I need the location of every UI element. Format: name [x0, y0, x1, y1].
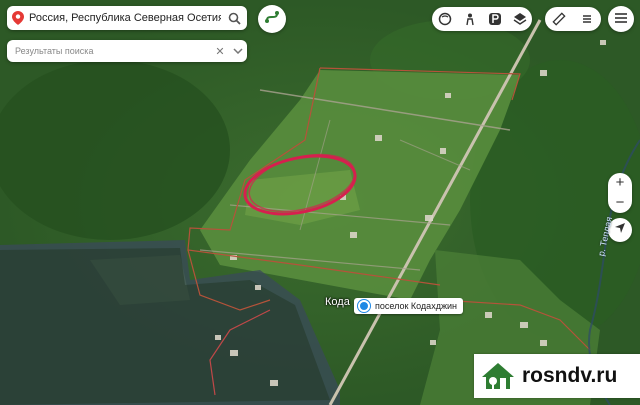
- route-icon: [264, 9, 280, 30]
- place-name: поселок Кодахджин: [375, 301, 457, 311]
- watermark-text: rosndv.ru: [522, 364, 618, 387]
- zoom-out-button[interactable]: −: [608, 195, 632, 210]
- zoom-in-button[interactable]: +: [608, 175, 632, 190]
- close-results-button[interactable]: ✕: [211, 40, 229, 62]
- layer-controls: [432, 7, 532, 31]
- print-icon[interactable]: [576, 8, 598, 30]
- person-icon[interactable]: [459, 8, 481, 30]
- place-marker-label[interactable]: поселок Кодахджин: [354, 298, 463, 314]
- parking-icon[interactable]: [484, 8, 506, 30]
- tool-controls: [545, 7, 601, 31]
- search-input[interactable]: Россия, Республика Северная Осетия — Ал: [29, 12, 221, 24]
- layers-icon[interactable]: [509, 8, 531, 30]
- menu-icon: [615, 10, 627, 28]
- route-button[interactable]: [258, 5, 286, 33]
- ruler-icon[interactable]: [548, 8, 570, 30]
- search-box[interactable]: Россия, Республика Северная Осетия — Ал: [7, 6, 247, 30]
- chevron-down-icon[interactable]: [229, 40, 247, 62]
- results-label: Результаты поиска: [15, 46, 94, 56]
- panorama-icon[interactable]: [434, 8, 456, 30]
- map-pin-icon: [7, 6, 29, 30]
- menu-button[interactable]: [608, 6, 634, 32]
- town-label-partial: Кода: [325, 296, 350, 308]
- search-icon[interactable]: [221, 6, 247, 30]
- watermark: rosndv.ru: [474, 354, 640, 398]
- zoom-control: + −: [608, 173, 632, 213]
- locate-icon: [614, 221, 626, 239]
- location-dot-icon: [358, 300, 370, 312]
- search-results-bar[interactable]: Результаты поиска ✕: [7, 40, 247, 62]
- house-logo-icon: [474, 354, 522, 398]
